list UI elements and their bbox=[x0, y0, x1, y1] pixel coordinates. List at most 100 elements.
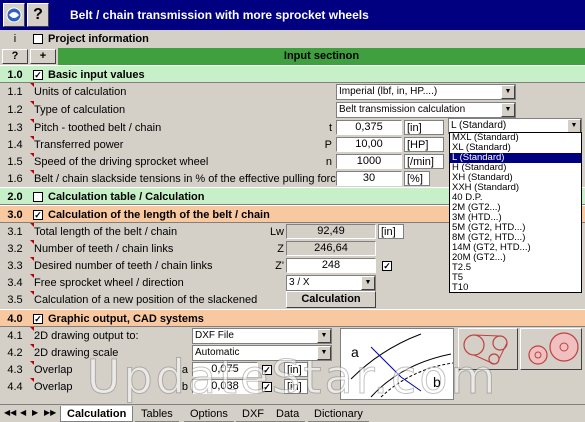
total-length-value: 92,49 bbox=[286, 224, 376, 239]
overlap-a-input[interactable]: 0,075 bbox=[192, 362, 258, 377]
desired-teeth-input[interactable]: 248 bbox=[286, 258, 376, 273]
row-number: 1.6 bbox=[7, 173, 23, 185]
calculation-button[interactable]: Calculation bbox=[286, 291, 376, 308]
symbol: b bbox=[181, 381, 188, 393]
row-overlap-b: 4.4 Overlap b 0,038 ✓ [in] bbox=[0, 378, 585, 396]
unit-label: [/min] bbox=[404, 154, 444, 169]
help-icon[interactable]: ? bbox=[27, 3, 49, 27]
row-number: 3.1 bbox=[7, 226, 23, 238]
drawing-output-select[interactable]: DXF File ▼ bbox=[192, 328, 332, 344]
overlap-a-checkbox[interactable]: ✓ bbox=[262, 365, 272, 375]
symbol: t bbox=[328, 122, 332, 134]
chevron-down-icon[interactable]: ▼ bbox=[317, 329, 331, 343]
symbol: Z bbox=[277, 243, 284, 255]
chevron-down-icon[interactable]: ▼ bbox=[501, 85, 515, 99]
input-help-button[interactable]: ? bbox=[2, 49, 28, 64]
symbol: n bbox=[325, 156, 332, 168]
diagram-label-b: b bbox=[433, 374, 441, 390]
tab-data[interactable]: Data bbox=[270, 406, 306, 422]
last-sheet-icon[interactable]: ▶▶ bbox=[44, 408, 56, 417]
tab-tables[interactable]: Tables bbox=[135, 406, 179, 422]
row-label: Number of teeth / chain links bbox=[34, 243, 174, 255]
section-basic-input: 1.0 ✓ Basic input values bbox=[0, 65, 585, 83]
tab-dictionary[interactable]: Dictionary bbox=[308, 406, 369, 422]
project-info-checkbox[interactable] bbox=[33, 34, 43, 44]
row-number: 4.3 bbox=[7, 364, 23, 376]
app-logo-icon[interactable] bbox=[3, 3, 25, 27]
row-label: Units of calculation bbox=[34, 86, 127, 98]
project-info-label: Project information bbox=[48, 33, 149, 45]
expand-button[interactable]: + bbox=[30, 49, 56, 64]
row-number: 3.5 bbox=[7, 294, 23, 306]
sprocket-drawing-icon bbox=[463, 334, 508, 365]
row-number: 1.1 bbox=[7, 86, 23, 98]
section-checkbox[interactable]: ✓ bbox=[33, 314, 43, 324]
free-sprocket-select[interactable]: 3 / X ▼ bbox=[286, 275, 376, 291]
row-number: 1.3 bbox=[7, 122, 23, 134]
row-label: Belt / chain slackside tensions in % of … bbox=[34, 173, 336, 185]
dropdown-option[interactable]: T10 bbox=[450, 283, 581, 293]
section-checkbox[interactable]: ✓ bbox=[33, 70, 43, 80]
drawing-scale-select[interactable]: Automatic ▼ bbox=[192, 345, 332, 361]
symbol: Z' bbox=[275, 260, 284, 272]
section-graphic-output: 4.0 ✓ Graphic output, CAD systems bbox=[0, 309, 585, 327]
row-number: 3.2 bbox=[7, 243, 23, 255]
belt-type-dropdown-list[interactable]: MXL (Standard) XL (Standard) L (Standard) H… bbox=[449, 132, 582, 293]
slackside-input[interactable]: 30 bbox=[336, 171, 402, 186]
first-sheet-icon[interactable]: ◀◀ bbox=[4, 408, 16, 417]
row-label: Total length of the belt / chain bbox=[34, 226, 178, 238]
desired-teeth-checkbox[interactable]: ✓ bbox=[382, 261, 392, 271]
section-number: 3.0 bbox=[7, 209, 23, 221]
dropdown-option[interactable]: T5 bbox=[450, 273, 581, 283]
cad-drawing-button-1[interactable] bbox=[458, 328, 518, 370]
section-checkbox[interactable]: ✓ bbox=[33, 210, 43, 220]
chevron-down-icon[interactable]: ▼ bbox=[317, 346, 331, 360]
row-label: 2D drawing scale bbox=[34, 347, 119, 359]
title-bar: ? Belt / chain transmission with more sp… bbox=[0, 0, 585, 30]
overlap-b-input[interactable]: 0,038 bbox=[192, 379, 258, 394]
tab-options[interactable]: Options bbox=[184, 406, 234, 422]
next-sheet-icon[interactable]: ▶ bbox=[32, 408, 38, 417]
row-label: Overlap bbox=[34, 364, 73, 376]
cad-drawing-button-2[interactable] bbox=[520, 328, 582, 370]
section-number: 1.0 bbox=[7, 69, 23, 81]
dropdown-option[interactable]: T2.5 bbox=[450, 263, 581, 273]
prev-sheet-icon[interactable]: ◀ bbox=[20, 408, 26, 417]
section-checkbox[interactable] bbox=[33, 192, 43, 202]
row-label: 2D drawing output to: bbox=[34, 330, 139, 342]
pitch-input[interactable]: 0,375 bbox=[336, 120, 402, 135]
row-new-position: 3.5 Calculation of a new position of the… bbox=[0, 291, 585, 309]
chevron-down-icon[interactable]: ▼ bbox=[567, 119, 581, 133]
symbol: a bbox=[181, 364, 188, 376]
symbol: Lw bbox=[269, 226, 284, 238]
speed-input[interactable]: 1000 bbox=[336, 154, 402, 169]
section-number: 2.0 bbox=[7, 191, 23, 203]
units-select[interactable]: Imperial (lbf, in, HP....) ▼ bbox=[336, 84, 516, 100]
section-title: Basic input values bbox=[48, 69, 145, 81]
teeth-value: 246,64 bbox=[286, 241, 376, 256]
row-label: Free sprocket wheel / direction bbox=[34, 277, 184, 289]
unit-label: [HP] bbox=[404, 137, 444, 152]
overlap-b-checkbox[interactable]: ✓ bbox=[262, 382, 272, 392]
unit-label: [%] bbox=[404, 171, 430, 186]
symbol: P bbox=[324, 139, 332, 151]
unit-label: [in] bbox=[404, 120, 444, 135]
row-number: 3.3 bbox=[7, 260, 23, 272]
unit-label: [in] bbox=[378, 224, 404, 239]
input-section-title: Input sectinon bbox=[58, 48, 585, 65]
unit-label: [in] bbox=[284, 379, 308, 394]
tab-calculation[interactable]: Calculation bbox=[60, 406, 134, 422]
power-input[interactable]: 10,00 bbox=[336, 137, 402, 152]
sheet-tabs: ◀◀ ◀ ▶ ▶▶ Calculation Tables Options DXF… bbox=[0, 404, 585, 422]
chevron-down-icon[interactable]: ▼ bbox=[501, 103, 515, 117]
input-section-header: ? + Input sectinon bbox=[0, 48, 585, 65]
section-number: 4.0 bbox=[7, 313, 23, 325]
chevron-down-icon[interactable]: ▼ bbox=[361, 276, 375, 290]
tab-dxf[interactable]: DXF bbox=[236, 406, 270, 422]
row-label: Type of calculation bbox=[34, 104, 126, 116]
row-label: Pitch - toothed belt / chain bbox=[34, 122, 162, 134]
calc-type-select[interactable]: Belt transmission calculation ▼ bbox=[336, 102, 516, 118]
diagram-label-a: a bbox=[351, 344, 359, 360]
project-info-row: i Project information bbox=[0, 30, 585, 48]
row-label: Overlap bbox=[34, 381, 73, 393]
